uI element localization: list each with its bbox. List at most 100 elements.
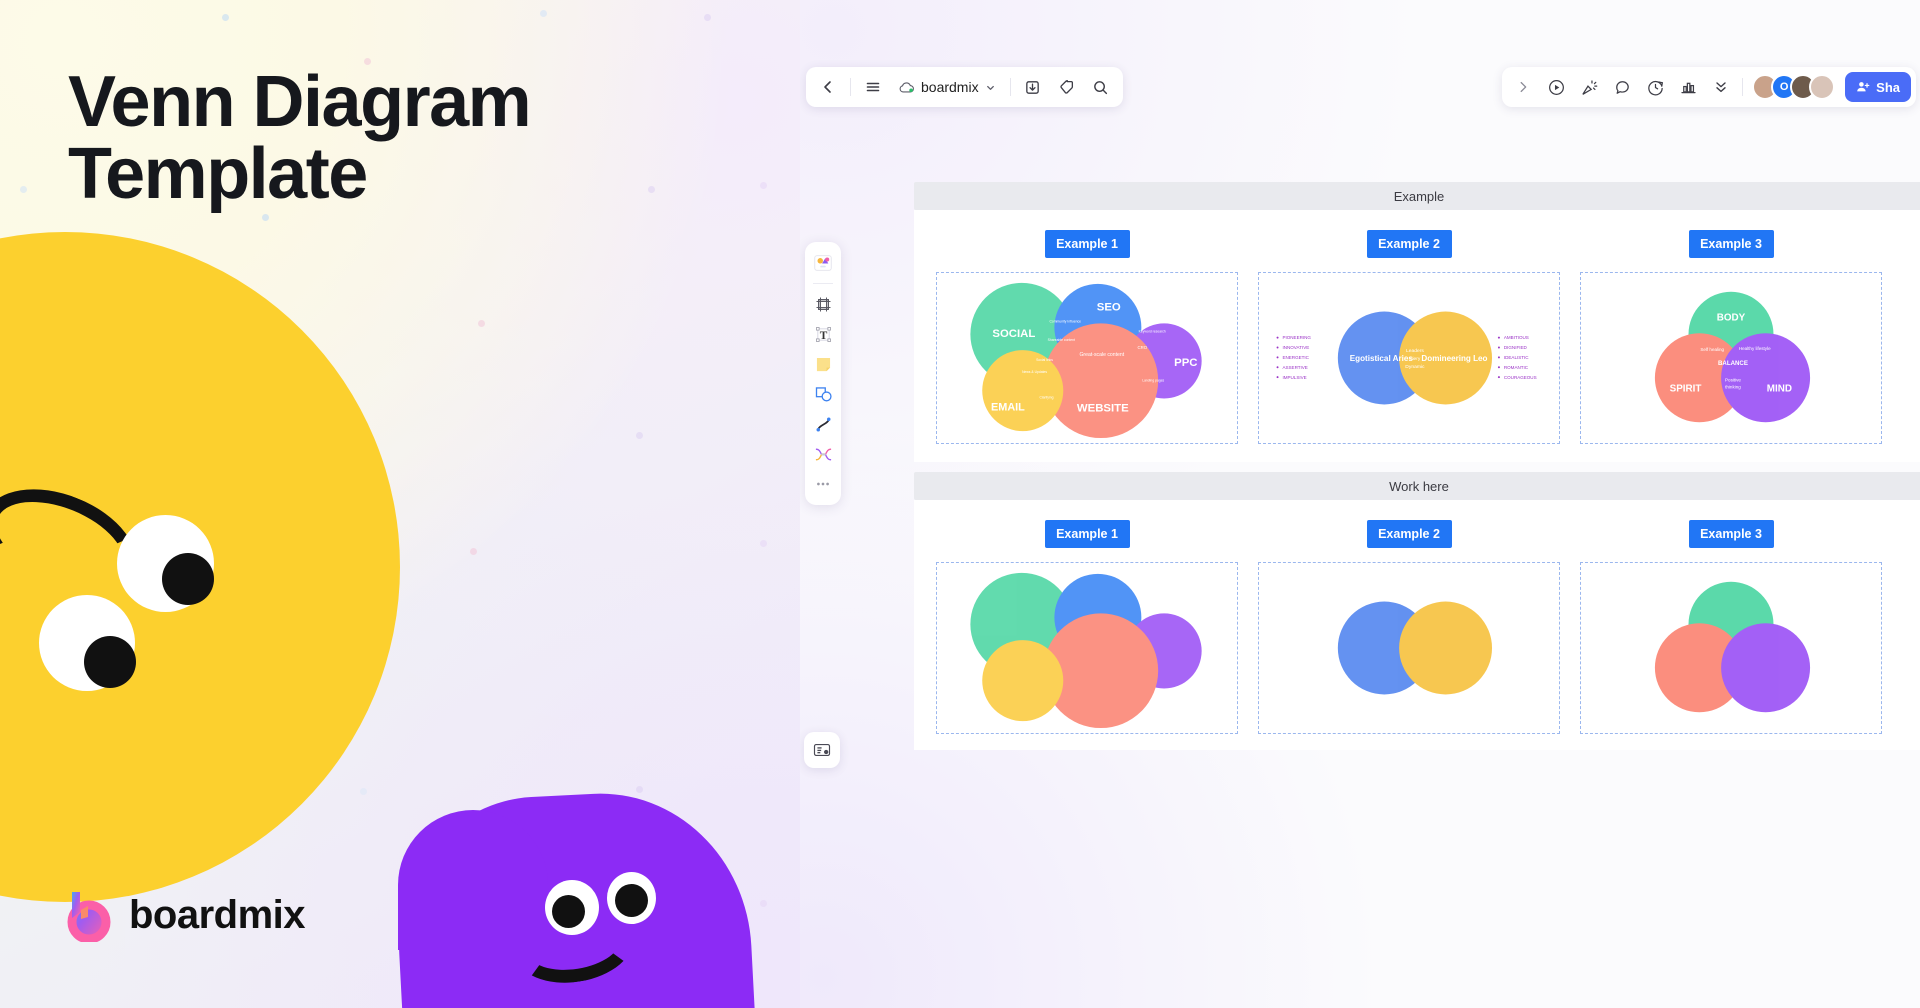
tool-palette: T [805,242,841,505]
svg-text:PIONEERING: PIONEERING [1282,335,1311,340]
double-chevron-down-icon[interactable] [1705,71,1737,103]
decor-dot [478,320,485,327]
svg-text:ENERGETIC: ENERGETIC [1282,355,1309,360]
hamburger-menu-icon[interactable] [857,71,889,103]
venn-intersection-label: Leaders [1406,348,1424,354]
tool-more[interactable] [809,470,837,498]
badge-work-example-2[interactable]: Example 2 [1366,520,1452,548]
svg-text:ASSERTIVE: ASSERTIVE [1282,365,1307,370]
share-button[interactable]: Sha [1845,72,1911,102]
tool-frame[interactable] [809,290,837,318]
work-venn-svg-2 [1337,601,1493,695]
venn-svg-3: BODY SPIRIT MIND Self healing Healthy li… [1654,291,1811,423]
file-name-dropdown[interactable]: boardmix [891,71,1004,103]
work-venn-card-3: Example 3 [1580,520,1882,734]
badge-example-3[interactable]: Example 3 [1688,230,1774,258]
frame-header-work-here: Work here [914,472,1920,500]
decor-dot [540,10,547,17]
venn-set-label: SEO [1097,302,1121,314]
person-add-icon [1856,80,1870,94]
frame-body-example: Example 1 SOCIAL SEO PPC WEBSITE EMAIL C… [914,210,1920,462]
tool-templates[interactable] [809,249,837,277]
work-venn-card-1: Example 1 [936,520,1238,734]
timer-icon[interactable] [1639,71,1671,103]
tool-shapes[interactable] [809,380,837,408]
purple-character-pupil [552,895,585,928]
tool-curve-pen[interactable] [809,410,837,438]
decor-dot [20,186,27,193]
collaborator-avatars: O [1752,74,1836,100]
tool-divider [813,283,833,284]
frame-header-example: Example [914,182,1920,210]
chevron-right-icon[interactable] [1507,71,1539,103]
venn-set-label: MIND [1767,384,1792,395]
tool-text[interactable]: T [809,320,837,348]
venn-intersection-label: Social links [1036,358,1053,362]
badge-work-example-3[interactable]: Example 3 [1688,520,1774,548]
purple-character-pupil [615,884,648,917]
badge-work-example-1[interactable]: Example 1 [1044,520,1130,548]
work-venn-svg-1 [970,572,1202,729]
work-venn-svg-3 [1654,581,1811,713]
brand-name: boardmix [129,892,306,937]
venn-intersection-label: Clarifying [1039,396,1053,400]
svg-text:IDEALISTIC: IDEALISTIC [1504,355,1529,360]
file-name-label: boardmix [921,79,979,95]
venn-diagram-2[interactable]: Egotistical Aries Domineering Leo Leader… [1258,272,1560,444]
venn-intersection-label: BALANCE [1718,360,1748,367]
venn-intersection-label: thinking [1725,385,1741,390]
tool-connector[interactable] [809,440,837,468]
boardmix-b-logo-icon [62,888,116,944]
frame-body-work-here: Example 1 Example 2 Example 3 [914,500,1920,750]
download-icon[interactable] [1017,71,1049,103]
avatar[interactable] [1809,74,1836,100]
svg-text:T: T [819,329,827,341]
tag-icon[interactable] [1051,71,1083,103]
badge-example-1[interactable]: Example 1 [1044,230,1130,258]
svg-text:IMPULSIVE: IMPULSIVE [1282,375,1306,380]
work-venn-diagram-3[interactable] [1580,562,1882,734]
brand-logo: boardmix [62,888,306,944]
badge-example-2[interactable]: Example 2 [1366,230,1452,258]
venn-diagram-1[interactable]: SOCIAL SEO PPC WEBSITE EMAIL Community I… [936,272,1238,444]
venn-set-label: SPIRIT [1670,384,1702,395]
venn-diagram-3[interactable]: BODY SPIRIT MIND Self healing Healthy li… [1580,272,1882,444]
yellow-character-pupil [162,553,214,605]
decor-dot [704,14,711,21]
present-play-icon[interactable] [1540,71,1572,103]
comment-bubble-icon[interactable] [1606,71,1638,103]
minimap-button[interactable] [804,732,840,768]
decor-dot [262,214,269,221]
chevron-down-icon [985,82,996,93]
work-venn-diagram-1[interactable] [936,562,1238,734]
venn-intersection-label: Shareable content [1048,338,1075,342]
toolbar-divider [1009,78,1011,96]
svg-text:INNOVATIVE: INNOVATIVE [1282,345,1309,350]
tool-sticky-note[interactable] [809,350,837,378]
decor-dot [760,540,767,547]
venn-intersection-label: Keyword research [1139,329,1166,333]
confetti-icon[interactable] [1573,71,1605,103]
venn-set-label: EMAIL [991,401,1025,413]
promo-panel: Venn Diagram Template boardmix [0,0,800,1008]
toolbar-divider [1742,78,1744,96]
venn-intersection-label: Dynamic [1405,364,1425,370]
venn-intersection-label: Healthy lifestyle [1739,346,1771,351]
page-title: Venn Diagram Template [68,62,532,214]
work-here-row: Example 1 Example 2 Example 3 [914,520,1920,734]
venn-svg-2: Egotistical Aries Domineering Leo Leader… [1276,311,1537,405]
venn-set-label: PPC [1174,357,1197,369]
venn-set-label: WEBSITE [1077,402,1129,414]
search-icon[interactable] [1085,71,1117,103]
decor-dot [760,900,767,907]
boardmix-app-canvas: boardmix O Sha T Example Example 1 SOCIA… [800,0,1920,1008]
work-venn-diagram-2[interactable] [1258,562,1560,734]
venn-card-example-1: Example 1 SOCIAL SEO PPC WEBSITE EMAIL C… [936,230,1238,444]
board-content: Example Example 1 SOCIAL SEO PPC WEBSITE… [914,182,1920,750]
back-button[interactable] [812,71,844,103]
venn-right-list: AMBITIOUS DIGNIFIED IDEALISTIC ROMANTIC … [1497,335,1537,380]
bar-chart-icon[interactable] [1672,71,1704,103]
venn-intersection-label: CRO [1138,345,1148,350]
venn-intersection-label: Self healing [1700,347,1724,352]
venn-intersection-label: Great-scale content [1079,352,1124,358]
